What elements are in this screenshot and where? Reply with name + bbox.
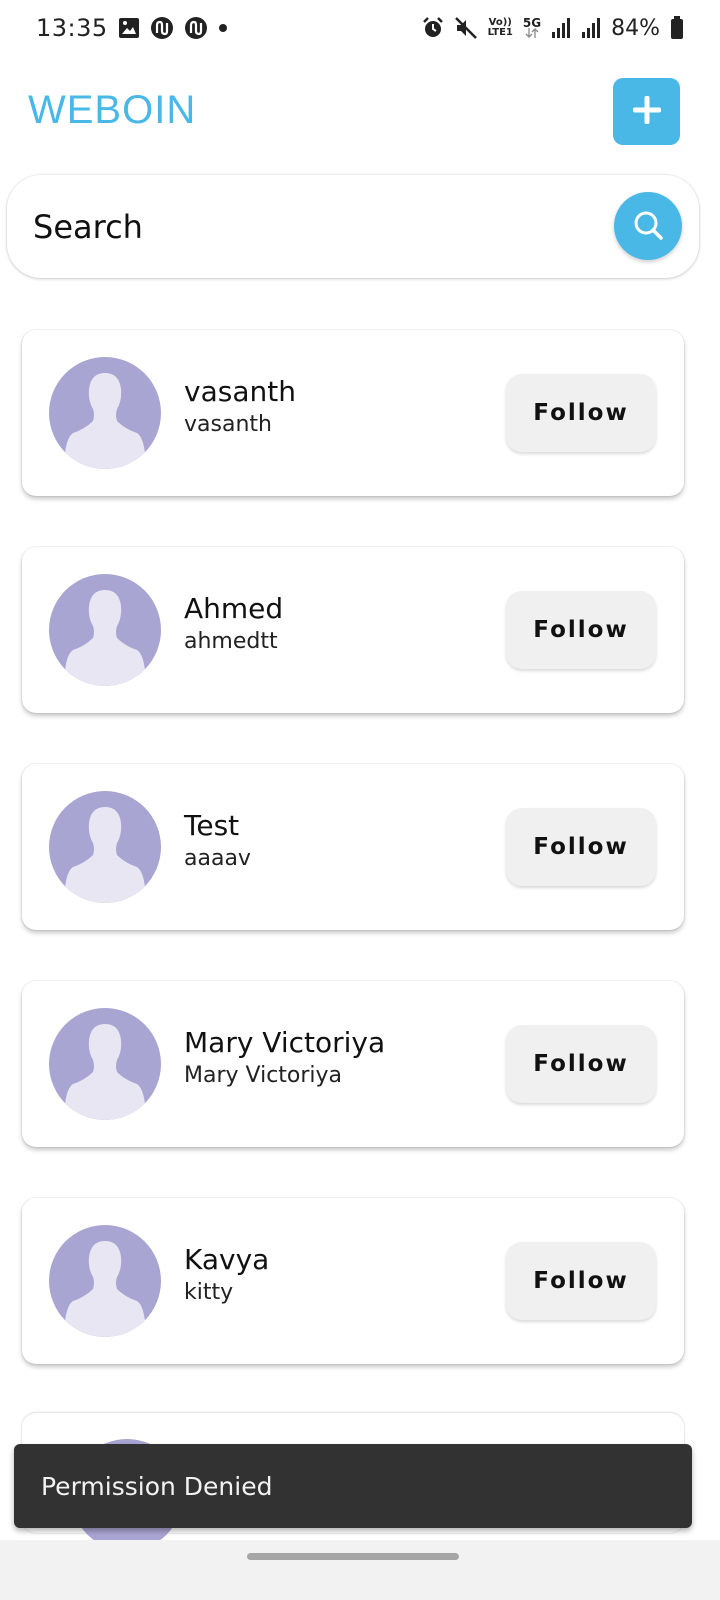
user-name: Kavya: [184, 1243, 270, 1276]
user-handle: Mary Victoriya: [184, 1063, 343, 1088]
app-notification-icon: [150, 16, 174, 40]
user-handle: ahmedtt: [184, 629, 278, 654]
status-bar: 13:35 Vo)) LTE1 5G 84%: [0, 0, 720, 56]
user-card[interactable]: vasanth vasanth Follow: [22, 330, 684, 496]
avatar: [49, 791, 161, 903]
follow-button[interactable]: Follow: [506, 1242, 656, 1320]
gallery-icon: [118, 17, 140, 39]
signal-icon: [581, 17, 601, 39]
battery-percent: 84%: [611, 15, 660, 41]
home-indicator[interactable]: [247, 1553, 459, 1560]
follow-button[interactable]: Follow: [506, 591, 656, 669]
follow-button[interactable]: Follow: [506, 1025, 656, 1103]
app-screen: 13:35 Vo)) LTE1 5G 84% WEBOIN Search vas…: [0, 0, 720, 1600]
user-card[interactable]: Test aaaav Follow: [22, 764, 684, 930]
status-right: Vo)) LTE1 5G 84%: [422, 16, 684, 41]
user-handle: aaaav: [184, 846, 251, 871]
status-left: 13:35: [36, 14, 228, 42]
user-name: Test: [184, 809, 240, 842]
search-button[interactable]: [614, 192, 682, 260]
dot-icon: [218, 23, 228, 33]
app-notification-icon: [184, 16, 208, 40]
user-handle: vasanth: [184, 412, 272, 437]
snackbar-message: Permission Denied: [41, 1471, 273, 1501]
user-name: vasanth: [184, 375, 296, 408]
avatar: [49, 357, 161, 469]
user-name: Ahmed: [184, 592, 284, 625]
plus-icon: [632, 95, 661, 127]
avatar: [49, 574, 161, 686]
user-card[interactable]: Ahmed ahmedtt Follow: [22, 547, 684, 713]
status-time: 13:35: [36, 14, 108, 42]
search-input[interactable]: [33, 199, 593, 255]
user-list: vasanth vasanth Follow Ahmed ahmedtt Fol…: [22, 330, 684, 1415]
mute-icon: [454, 16, 478, 40]
battery-icon: [670, 16, 684, 40]
avatar: [49, 1225, 161, 1337]
add-button[interactable]: [613, 78, 680, 145]
alarm-icon: [422, 17, 444, 39]
five-g-label: 5G: [522, 16, 542, 30]
volte-indicator: Vo)) LTE1: [488, 18, 513, 38]
five-g-indicator: 5G: [522, 16, 542, 38]
signal-icon: [551, 17, 571, 39]
app-title: WEBOIN: [28, 88, 197, 132]
navigation-bar: [0, 1540, 720, 1600]
snackbar: Permission Denied: [14, 1444, 692, 1528]
user-card[interactable]: Mary Victoriya Mary Victoriya Follow: [22, 981, 684, 1147]
user-handle: kitty: [184, 1280, 234, 1305]
avatar: [49, 1008, 161, 1120]
follow-button[interactable]: Follow: [506, 808, 656, 886]
search-icon: [631, 208, 665, 245]
user-name: Mary Victoriya: [184, 1026, 386, 1059]
search-bar: [7, 175, 699, 278]
user-card[interactable]: Kavya kitty Follow: [22, 1198, 684, 1364]
lte-label: LTE1: [487, 27, 513, 38]
follow-button[interactable]: Follow: [506, 374, 656, 452]
